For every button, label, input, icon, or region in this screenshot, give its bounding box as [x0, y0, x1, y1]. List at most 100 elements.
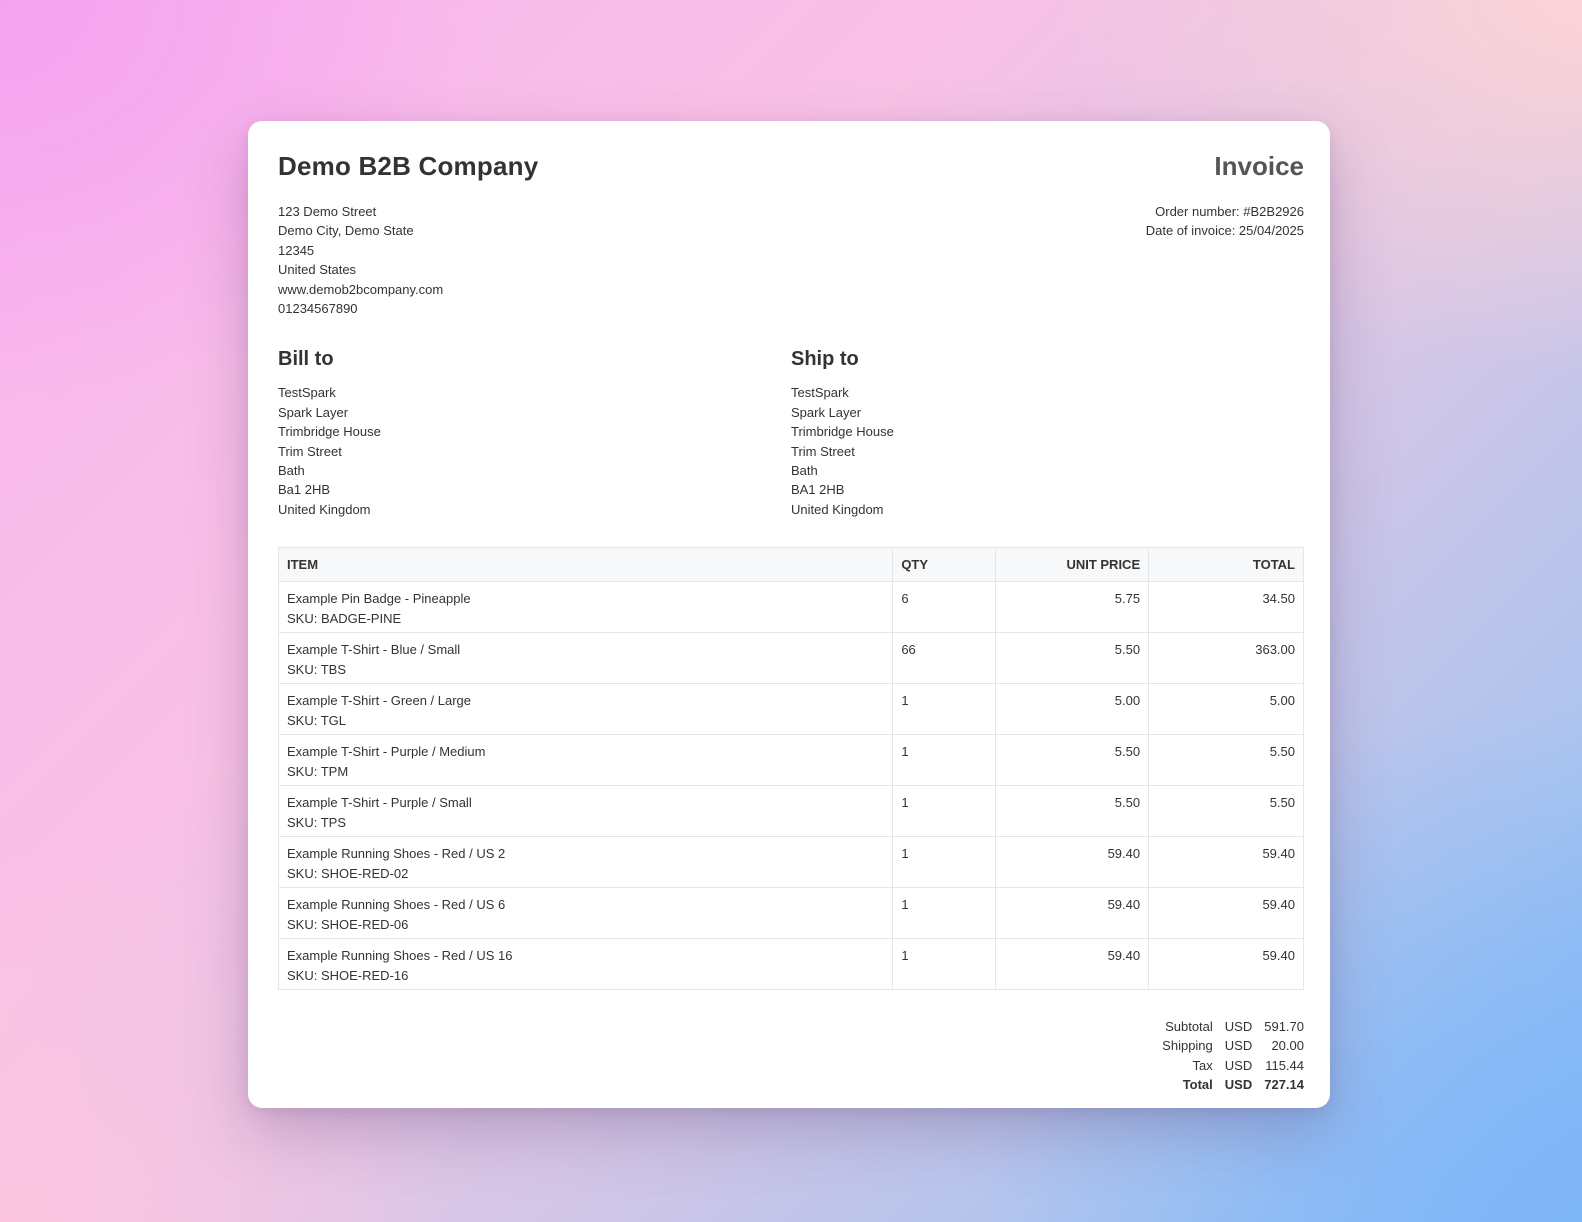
- invoice-header: Demo B2B Company Invoice: [278, 149, 1304, 182]
- info-row: 123 Demo Street Demo City, Demo State 12…: [278, 202, 1304, 318]
- unit-price-cell: 59.40: [995, 938, 1150, 991]
- table-row: Example Pin Badge - Pineapple SKU: BADGE-…: [277, 581, 1304, 634]
- subtotal-currency: USD: [1224, 1018, 1253, 1034]
- header-item: ITEM: [277, 547, 894, 583]
- invoice-meta: Order number: #B2B2926 Date of invoice: …: [1146, 202, 1304, 318]
- totals-section: Subtotal USD 591.70 Shipping USD 20.00 T…: [278, 1016, 1304, 1094]
- tax-label: Tax: [1192, 1057, 1213, 1073]
- grand-total-amount: 727.14: [1264, 1077, 1304, 1093]
- qty-cell: 66: [892, 632, 997, 685]
- subtotal-label: Subtotal: [1165, 1018, 1213, 1034]
- unit-price-cell: 59.40: [995, 887, 1150, 940]
- header-unit-price: UNIT PRICE: [995, 547, 1150, 583]
- invoice-date: Date of invoice: 25/04/2025: [1145, 223, 1304, 239]
- item-name: Example T-Shirt - Green / Large: [287, 693, 472, 709]
- company-phone: 01234567890: [278, 301, 358, 317]
- company-city: Demo City, Demo State: [278, 223, 414, 239]
- subtotal-row: Subtotal USD 591.70: [1150, 1016, 1304, 1036]
- item-name: Example Running Shoes - Red / US 6: [287, 897, 506, 913]
- bill-to-line: Bath: [278, 463, 305, 479]
- qty-cell: 1: [892, 734, 997, 787]
- ship-to-line: Trim Street: [791, 443, 855, 459]
- item-cell: Example T-Shirt - Green / Large SKU: TGL: [277, 683, 894, 736]
- ship-to-section: Ship to TestSpark Spark Layer Trimbridge…: [791, 348, 1304, 519]
- total-cell: 363.00: [1148, 632, 1304, 685]
- qty-cell: 1: [892, 836, 997, 889]
- header-qty: QTY: [892, 547, 997, 583]
- qty-cell: 1: [892, 887, 997, 940]
- unit-price-cell: 5.75: [995, 581, 1150, 634]
- item-sku: SKU: SHOE-RED-06: [287, 916, 409, 932]
- table-row: Example Running Shoes - Red / US 2 SKU: S…: [277, 836, 1304, 889]
- company-street: 123 Demo Street: [278, 204, 377, 219]
- tax-currency: USD: [1224, 1057, 1253, 1073]
- table-row: Example T-Shirt - Purple / Small SKU: TPS…: [277, 785, 1304, 838]
- item-sku: SKU: SHOE-RED-02: [287, 865, 409, 881]
- bill-to-title: Bill to: [278, 348, 334, 371]
- bill-to-section: Bill to TestSpark Spark Layer Trimbridge…: [278, 348, 791, 519]
- item-cell: Example T-Shirt - Purple / Small SKU: TPS: [277, 785, 894, 838]
- ship-to-line: Trimbridge House: [791, 424, 894, 440]
- ship-to-line: BA1 2HB: [791, 482, 845, 498]
- item-cell: Example T-Shirt - Blue / Small SKU: TBS: [277, 632, 894, 685]
- company-postcode: 12345: [278, 242, 315, 258]
- total-cell: 34.50: [1148, 581, 1304, 634]
- tax-amount: 115.44: [1265, 1057, 1304, 1073]
- item-sku: SKU: SHOE-RED-16: [287, 967, 409, 983]
- item-name: Example T-Shirt - Blue / Small: [287, 642, 461, 658]
- ship-to-line: TestSpark: [791, 385, 849, 401]
- qty-cell: 6: [892, 581, 997, 634]
- unit-price-cell: 5.00: [995, 683, 1150, 736]
- totals-table: Subtotal USD 591.70 Shipping USD 20.00 T…: [1150, 1016, 1304, 1094]
- ship-to-line: Spark Layer: [791, 404, 862, 420]
- total-cell: 5.50: [1148, 734, 1304, 787]
- item-cell: Example Running Shoes - Red / US 6 SKU: S…: [277, 887, 894, 940]
- item-cell: Example Pin Badge - Pineapple SKU: BADGE-…: [277, 581, 894, 634]
- table-row: Example T-Shirt - Purple / Medium SKU: TP…: [277, 734, 1304, 787]
- addresses: Bill to TestSpark Spark Layer Trimbridge…: [278, 348, 1304, 519]
- unit-price-cell: 5.50: [995, 785, 1150, 838]
- total-cell: 59.40: [1148, 836, 1304, 889]
- ship-to-line: Bath: [791, 463, 818, 479]
- company-country: United States: [278, 262, 357, 278]
- header-total: TOTAL: [1148, 547, 1304, 583]
- item-sku: SKU: TPM: [287, 763, 349, 779]
- item-cell: Example Running Shoes - Red / US 2 SKU: S…: [277, 836, 894, 889]
- item-name: Example T-Shirt - Purple / Medium: [287, 744, 486, 760]
- subtotal-amount: 591.70: [1264, 1018, 1304, 1034]
- bill-to-line: Trimbridge House: [278, 424, 381, 440]
- invoice-card: Demo B2B Company Invoice 123 Demo Street…: [248, 121, 1330, 1108]
- qty-cell: 1: [892, 785, 997, 838]
- bill-to-line: Ba1 2HB: [278, 482, 331, 498]
- shipping-amount: 20.00: [1271, 1038, 1304, 1054]
- item-sku: SKU: TBS: [287, 661, 347, 677]
- bill-to-line: Trim Street: [278, 443, 342, 459]
- ship-to-title: Ship to: [791, 348, 859, 371]
- qty-cell: 1: [892, 938, 997, 991]
- shipping-label: Shipping: [1162, 1038, 1213, 1054]
- invoice-title: Invoice: [1214, 151, 1304, 181]
- total-cell: 5.00: [1148, 683, 1304, 736]
- unit-price-cell: 5.50: [995, 734, 1150, 787]
- table-row: Example T-Shirt - Blue / Small SKU: TBS 6…: [277, 632, 1304, 685]
- company-website: www.demob2bcompany.com: [278, 281, 444, 297]
- shipping-row: Shipping USD 20.00: [1150, 1036, 1304, 1056]
- bill-to-line: United Kingdom: [278, 501, 371, 517]
- item-sku: SKU: TGL: [287, 712, 347, 728]
- item-sku: SKU: TPS: [287, 814, 347, 830]
- table-header-row: ITEM QTY UNIT PRICE TOTAL: [277, 547, 1304, 583]
- item-cell: Example Running Shoes - Red / US 16 SKU: …: [277, 938, 894, 991]
- unit-price-cell: 59.40: [995, 836, 1150, 889]
- unit-price-cell: 5.50: [995, 632, 1150, 685]
- bill-to-line: TestSpark: [278, 385, 336, 401]
- item-sku: SKU: BADGE-PINE: [287, 610, 402, 626]
- total-cell: 5.50: [1148, 785, 1304, 838]
- company-name: Demo B2B Company: [278, 151, 539, 181]
- item-name: Example Pin Badge - Pineapple: [287, 591, 471, 607]
- item-name: Example Running Shoes - Red / US 16: [287, 948, 513, 964]
- grand-total-currency: USD: [1224, 1077, 1253, 1093]
- tax-row: Tax USD 115.44: [1150, 1055, 1304, 1075]
- item-cell: Example T-Shirt - Purple / Medium SKU: TP…: [277, 734, 894, 787]
- ship-to-line: United Kingdom: [791, 501, 884, 517]
- item-name: Example T-Shirt - Purple / Small: [287, 795, 472, 811]
